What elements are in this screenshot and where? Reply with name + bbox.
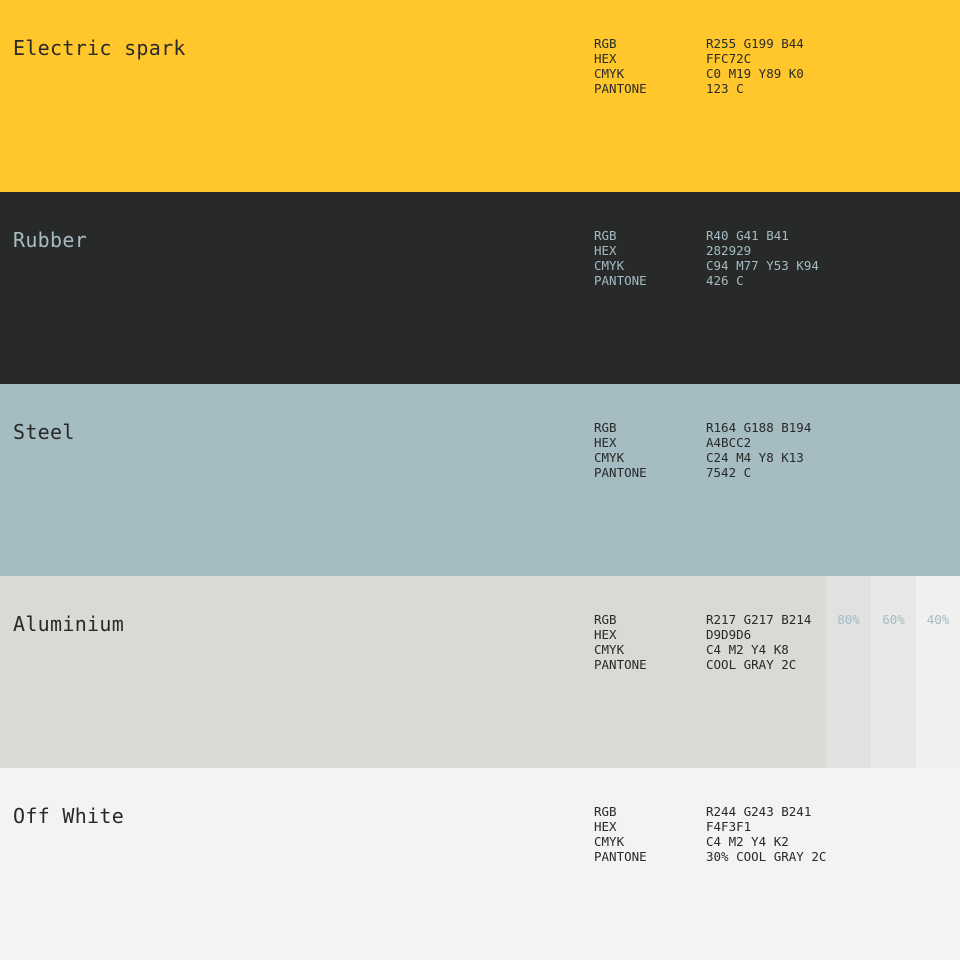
swatch-name: Rubber	[13, 228, 88, 252]
spec-value-rgb: R164 G188 B194	[706, 420, 812, 435]
color-palette: Electric spark RGB R255 G199 B44 HEX FFC…	[0, 0, 960, 960]
spec-value-rgb: R255 G199 B44	[706, 36, 804, 51]
swatch-rubber: Rubber RGB R40 G41 B41 HEX 282929 CMYK C…	[0, 192, 960, 384]
spec-row-pantone: PANTONE 426 C	[594, 273, 906, 288]
spec-label-cmyk: CMYK	[594, 834, 625, 849]
spec-value-cmyk: C4 M2 Y4 K2	[706, 834, 789, 849]
spec-label-pantone: PANTONE	[594, 81, 647, 96]
spec-row-hex: HEX FFC72C	[594, 51, 906, 66]
spec-table: RGB R40 G41 B41 HEX 282929 CMYK C94 M77 …	[594, 228, 906, 288]
spec-label-hex: HEX	[594, 243, 617, 258]
spec-label-pantone: PANTONE	[594, 849, 647, 864]
spec-row-rgb: RGB R255 G199 B44	[594, 36, 906, 51]
swatch-steel: Steel RGB R164 G188 B194 HEX A4BCC2 CMYK…	[0, 384, 960, 576]
spec-value-hex: F4F3F1	[706, 819, 752, 834]
swatch-name: Steel	[13, 420, 75, 444]
spec-value-cmyk: C94 M77 Y53 K94	[706, 258, 819, 273]
tint-80: 80%	[826, 576, 871, 768]
spec-row-hex: HEX F4F3F1	[594, 819, 906, 834]
spec-row-rgb: RGB R244 G243 B241	[594, 804, 906, 819]
spec-label-hex: HEX	[594, 435, 617, 450]
swatch-name: Aluminium	[13, 612, 125, 636]
swatch-aluminium: Aluminium RGB R217 G217 B214 HEX D9D9D6 …	[0, 576, 960, 768]
spec-label-rgb: RGB	[594, 612, 617, 627]
spec-value-pantone: 30% COOL GRAY 2C	[706, 849, 827, 864]
tint-strip: 80% 60% 40%	[826, 576, 960, 768]
spec-label-rgb: RGB	[594, 804, 617, 819]
swatch-name: Electric spark	[13, 36, 186, 60]
spec-label-cmyk: CMYK	[594, 66, 625, 81]
spec-label-pantone: PANTONE	[594, 657, 647, 672]
spec-label-cmyk: CMYK	[594, 642, 625, 657]
spec-label-hex: HEX	[594, 627, 617, 642]
spec-label-rgb: RGB	[594, 228, 617, 243]
spec-label-pantone: PANTONE	[594, 273, 647, 288]
spec-row-cmyk: CMYK C94 M77 Y53 K94	[594, 258, 906, 273]
spec-value-cmyk: C24 M4 Y8 K13	[706, 450, 804, 465]
spec-label-hex: HEX	[594, 819, 617, 834]
spec-row-pantone: PANTONE 123 C	[594, 81, 906, 96]
spec-value-rgb: R40 G41 B41	[706, 228, 789, 243]
spec-row-rgb: RGB R164 G188 B194	[594, 420, 906, 435]
spec-table: RGB R255 G199 B44 HEX FFC72C CMYK C0 M19…	[594, 36, 906, 96]
spec-row-cmyk: CMYK C0 M19 Y89 K0	[594, 66, 906, 81]
spec-row-cmyk: CMYK C24 M4 Y8 K13	[594, 450, 906, 465]
spec-row-pantone: PANTONE 7542 C	[594, 465, 906, 480]
spec-row-hex: HEX A4BCC2	[594, 435, 906, 450]
spec-table: RGB R164 G188 B194 HEX A4BCC2 CMYK C24 M…	[594, 420, 906, 480]
spec-value-hex: A4BCC2	[706, 435, 752, 450]
swatch-electric-spark: Electric spark RGB R255 G199 B44 HEX FFC…	[0, 0, 960, 192]
spec-row-pantone: PANTONE 30% COOL GRAY 2C	[594, 849, 906, 864]
swatch-off-white: Off White RGB R244 G243 B241 HEX F4F3F1 …	[0, 768, 960, 960]
tint-label: 40%	[926, 612, 950, 627]
tint-40: 40%	[916, 576, 960, 768]
spec-row-hex: HEX 282929	[594, 243, 906, 258]
spec-label-rgb: RGB	[594, 36, 617, 51]
spec-value-pantone: 123 C	[706, 81, 744, 96]
tint-label: 60%	[882, 612, 905, 627]
spec-value-pantone: 426 C	[706, 273, 744, 288]
spec-label-rgb: RGB	[594, 420, 617, 435]
spec-value-pantone: 7542 C	[706, 465, 752, 480]
spec-row-cmyk: CMYK C4 M2 Y4 K2	[594, 834, 906, 849]
tint-label: 80%	[837, 612, 860, 627]
spec-value-cmyk: C0 M19 Y89 K0	[706, 66, 804, 81]
spec-label-hex: HEX	[594, 51, 617, 66]
spec-label-pantone: PANTONE	[594, 465, 647, 480]
spec-table: RGB R244 G243 B241 HEX F4F3F1 CMYK C4 M2…	[594, 804, 906, 864]
spec-value-rgb: R244 G243 B241	[706, 804, 812, 819]
spec-value-hex: FFC72C	[706, 51, 752, 66]
swatch-name: Off White	[13, 804, 125, 828]
spec-label-cmyk: CMYK	[594, 450, 625, 465]
spec-row-rgb: RGB R40 G41 B41	[594, 228, 906, 243]
tint-60: 60%	[871, 576, 916, 768]
spec-label-cmyk: CMYK	[594, 258, 625, 273]
spec-value-hex: 282929	[706, 243, 752, 258]
